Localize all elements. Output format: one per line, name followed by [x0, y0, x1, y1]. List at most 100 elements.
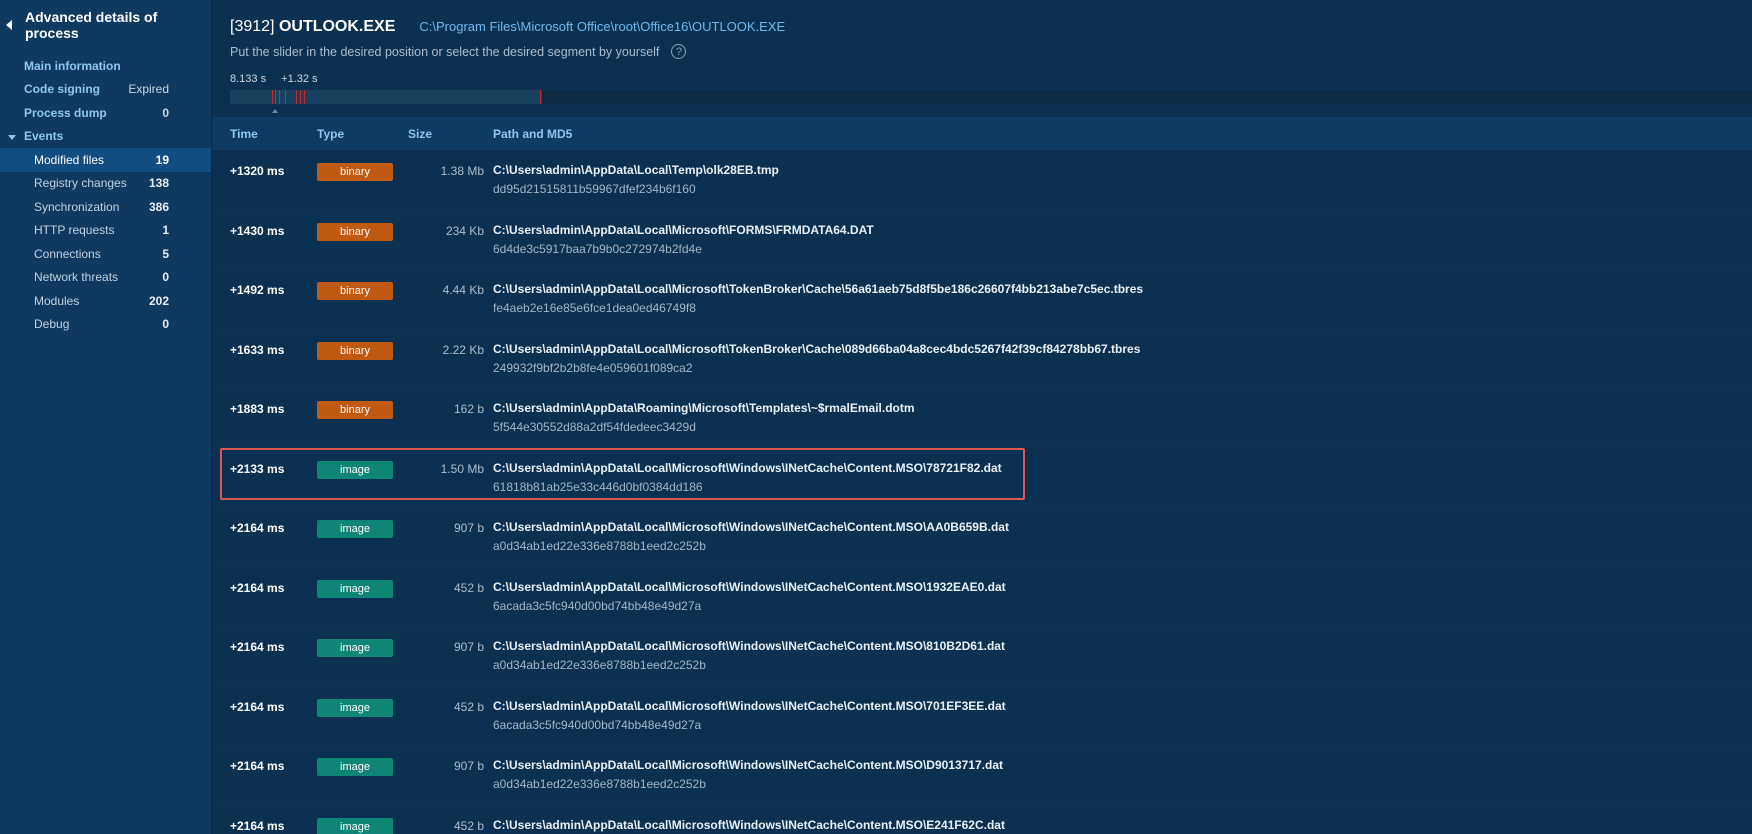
type-badge: binary: [317, 282, 393, 300]
row-size: 907 b: [453, 759, 484, 773]
app-window: Advanced details of process Main informa…: [0, 0, 1752, 834]
timeline-labels: 8.133 s +1.32 s: [230, 73, 318, 85]
sidebar-item-modules[interactable]: Modules 202: [0, 289, 211, 313]
column-header-time[interactable]: Time: [230, 127, 258, 141]
column-header-size[interactable]: Size: [408, 127, 432, 141]
sidebar-item-value: 0: [162, 105, 169, 120]
timeline-event-mark: [275, 90, 276, 104]
table-row[interactable]: +2164 ms image 452 b C:\Users\admin\AppData…: [212, 567, 1752, 626]
row-size: 452 b: [453, 699, 484, 714]
table-row[interactable]: +2133 ms image 1.50 Mb C:\Users\admin\AppDa…: [212, 448, 1752, 507]
sidebar-item-count: 202: [148, 293, 169, 308]
row-time: +1883 ms: [230, 402, 285, 416]
sidebar-title: Advanced details of process: [25, 9, 158, 41]
sidebar-item-events[interactable]: Events: [0, 125, 211, 149]
sidebar-list: Main information Code signing Expired Pr…: [0, 54, 211, 336]
events-group: Events: [8, 129, 63, 143]
row-path[interactable]: C:\Users\admin\AppData\Local\Temp\olk28E…: [493, 163, 779, 177]
slider-thumb-icon[interactable]: [272, 109, 278, 113]
process-title-line: [3912] OUTLOOK.EXE C:\Program Files\Micr…: [230, 18, 1752, 36]
row-size: 452 b: [453, 580, 484, 595]
row-md5: 5f544e30552d88a2df54fdedeec3429d: [493, 420, 696, 434]
timeline-event-mark: [540, 90, 541, 104]
row-path[interactable]: C:\Users\admin\AppData\Local\Microsoft\W…: [493, 639, 1005, 653]
back-arrow-icon[interactable]: [6, 20, 12, 30]
sidebar-item-connections[interactable]: Connections 5: [0, 242, 211, 266]
slider-hint: Put the slider in the desired position o…: [230, 44, 1752, 59]
row-path[interactable]: C:\Users\admin\AppData\Local\Microsoft\W…: [493, 699, 1006, 713]
table-row[interactable]: +2164 ms image 907 b C:\Users\admin\AppData…: [212, 626, 1752, 686]
sidebar-item-label: Events: [24, 129, 64, 144]
row-path[interactable]: C:\Users\admin\AppData\Local\Microsoft\W…: [493, 580, 1006, 594]
table-row[interactable]: +1492 ms binary 4.44 Kb C:\Users\admin\AppD…: [212, 269, 1752, 329]
column-header-type[interactable]: Type: [317, 127, 344, 141]
sidebar-item-code-signing[interactable]: Code signing Expired: [0, 78, 211, 102]
row-size: 1.50 Mb: [440, 461, 484, 476]
sidebar-item-modified-files[interactable]: Modified files 19: [0, 148, 211, 172]
sidebar-item-label: Synchronization: [34, 199, 120, 214]
timeline-event-mark: [304, 90, 305, 104]
table-row[interactable]: +2164 ms image 452 b C:\Users\admin\AppData…: [212, 686, 1752, 745]
row-md5: 61818b81ab25e33c446d0bf0384dd186: [493, 479, 703, 494]
sidebar-item-value: Expired: [128, 82, 169, 97]
table-row[interactable]: +2164 ms image 452 b C:\Users\admin\AppData…: [212, 805, 1752, 834]
sidebar-item-label: Network threats: [34, 270, 119, 285]
row-path[interactable]: C:\Users\admin\AppData\Local\Microsoft\F…: [493, 223, 874, 237]
row-path[interactable]: C:\Users\admin\AppData\Local\Microsoft\W…: [493, 520, 1009, 534]
row-md5: 6acada3c5fc940d00bd74bb48e49d27a: [493, 717, 702, 732]
column-header-path[interactable]: Path and MD5: [493, 127, 572, 141]
timeline-event-mark: [296, 90, 297, 104]
sidebar-item-label: Code signing: [24, 82, 100, 97]
sidebar-item-label: Registry changes: [34, 176, 127, 191]
row-time: +1430 ms: [230, 223, 285, 238]
row-time: +2133 ms: [230, 461, 285, 476]
row-size: 162 b: [453, 402, 484, 416]
table-row[interactable]: +1883 ms binary 162 b C:\Users\admin\AppDat…: [212, 388, 1752, 448]
process-header: [3912] OUTLOOK.EXE C:\Program Files\Micr…: [212, 0, 1752, 72]
row-path[interactable]: C:\Users\admin\AppData\Local\Microsoft\W…: [493, 818, 1005, 832]
row-time: +2164 ms: [230, 759, 285, 773]
row-size: 907 b: [453, 640, 484, 654]
sidebar-item-label: HTTP requests: [34, 223, 115, 238]
sidebar-item-label: Main information: [24, 58, 121, 73]
row-time: +2164 ms: [230, 521, 285, 535]
table-row[interactable]: +1633 ms binary 2.22 Kb C:\Users\admin\AppD…: [212, 329, 1752, 388]
row-md5: 6acada3c5fc940d00bd74bb48e49d27a: [493, 598, 702, 613]
sidebar-item-count: 138: [148, 176, 169, 191]
timeline-segment[interactable]: [230, 90, 542, 104]
table-row[interactable]: +2164 ms image 907 b C:\Users\admin\AppData…: [212, 507, 1752, 567]
row-path[interactable]: C:\Users\admin\AppData\Local\Microsoft\W…: [493, 758, 1003, 772]
sidebar-item-count: 0: [162, 317, 169, 332]
sidebar-item-count: 19: [155, 152, 169, 167]
row-path[interactable]: C:\Users\admin\AppData\Local\Microsoft\W…: [493, 461, 1002, 475]
timeline-slider[interactable]: [230, 90, 1752, 104]
help-icon[interactable]: ?: [671, 44, 687, 59]
table-row[interactable]: +1320 ms binary 1.38 Mb C:\Users\admin\AppD…: [212, 150, 1752, 210]
row-path[interactable]: C:\Users\admin\AppData\Local\Microsoft\T…: [493, 282, 1143, 296]
table-row[interactable]: +2164 ms image 907 b C:\Users\admin\AppData…: [212, 745, 1752, 805]
sidebar-item-label: Modules: [34, 293, 80, 308]
row-size: 907 b: [453, 521, 484, 535]
type-badge: image: [317, 817, 393, 834]
sidebar-item-count: 386: [148, 199, 169, 214]
sidebar-item-label: Modified files: [34, 152, 105, 167]
sidebar-item-registry-changes[interactable]: Registry changes 138: [0, 172, 211, 196]
timeline-start: 8.133 s: [230, 73, 267, 85]
sidebar-header[interactable]: Advanced details of process: [0, 0, 211, 50]
type-badge: image: [317, 460, 393, 479]
sidebar-item-process-dump[interactable]: Process dump 0: [0, 101, 211, 125]
row-size: 452 b: [453, 818, 484, 833]
sidebar-item-main-information[interactable]: Main information: [0, 54, 211, 78]
row-md5: dd95d21515811b59967dfef234b6f160: [493, 182, 696, 196]
row-time: +2164 ms: [230, 699, 285, 714]
sidebar-item-http-requests[interactable]: HTTP requests 1: [0, 219, 211, 243]
row-path[interactable]: C:\Users\admin\AppData\Roaming\Microsoft…: [493, 401, 915, 415]
process-path-link[interactable]: C:\Program Files\Microsoft Office\root\O…: [419, 19, 785, 34]
row-path[interactable]: C:\Users\admin\AppData\Local\Microsoft\T…: [493, 342, 1140, 356]
row-size: 2.22 Kb: [442, 342, 484, 357]
sidebar-item-synchronization[interactable]: Synchronization 386: [0, 195, 211, 219]
table-row[interactable]: +1430 ms binary 234 Kb C:\Users\admin\AppDa…: [212, 210, 1752, 269]
sidebar-item-network-threats[interactable]: Network threats 0: [0, 266, 211, 290]
chevron-down-icon: [8, 134, 16, 140]
sidebar-item-debug[interactable]: Debug 0: [0, 313, 211, 337]
